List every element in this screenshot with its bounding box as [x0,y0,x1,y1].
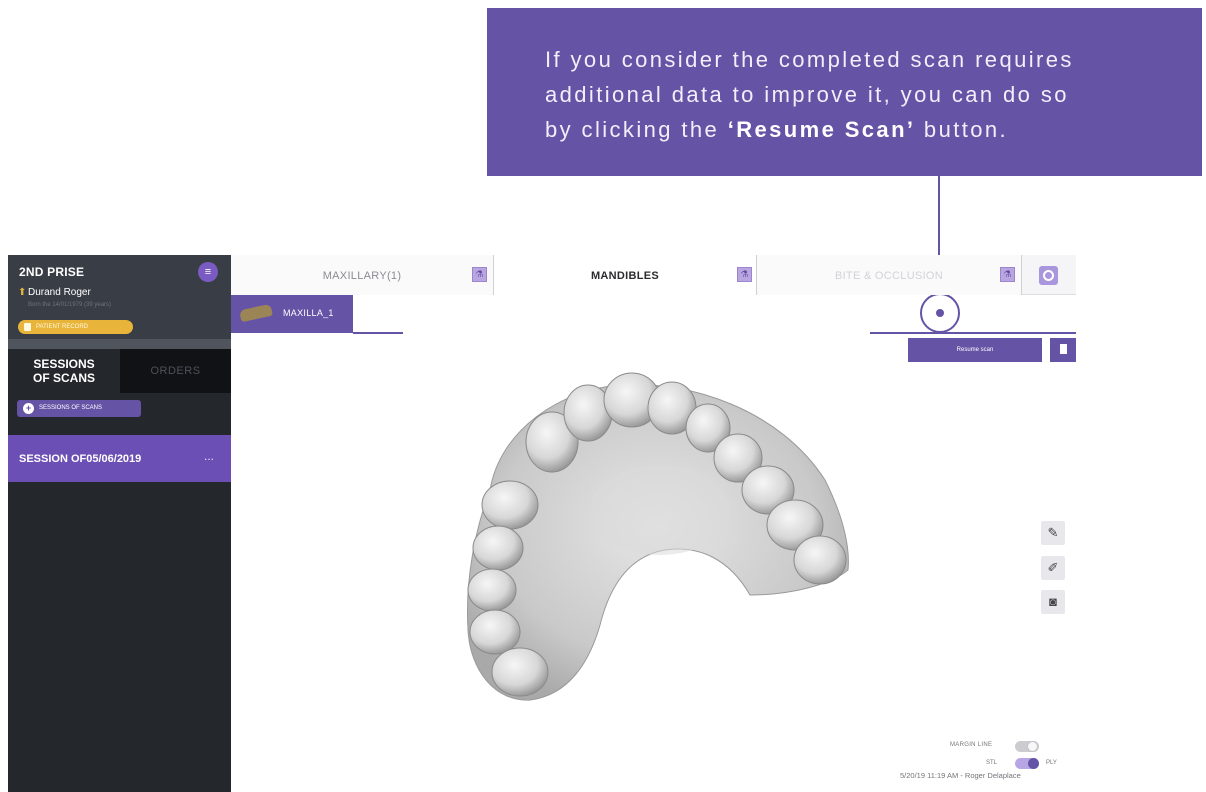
more-options-icon[interactable]: ... [204,449,214,463]
callout-line-1: If you consider the completed scan requi… [545,47,1074,72]
tab-separator [1021,255,1022,295]
tab-underline [870,332,1076,334]
tab-underline [353,332,403,334]
record-icon [24,323,31,331]
tutorial-callout: If you consider the completed scan requi… [487,8,1202,176]
edit-tool-icon[interactable]: ✐ [1041,556,1065,580]
margin-line-label: MARGIN LINE [950,742,993,748]
tooth [472,525,524,571]
scan-tool-icon[interactable]: ⚗ [737,267,752,282]
patient-record-label: PATIENT RECORD [36,324,89,330]
tooth [491,647,549,697]
tooth [481,480,539,530]
tooth [469,609,521,655]
patient-record-button[interactable]: PATIENT RECORD [18,320,133,334]
tab-bite-occlusion[interactable]: BITE & OCCLUSION [756,255,1021,295]
sidebar-divider [8,339,231,349]
tab-sessions-of-scans[interactable]: SESSIONS OF SCANS [8,349,120,393]
patient-header: 2ND PRISE ≡ ⬆ Durand Roger Born the 14/0… [8,255,231,339]
timestamp: 5/20/19 11:19 AM - Roger Delaplace [900,771,1021,780]
view-icon[interactable] [1039,266,1058,285]
project-title: 2ND PRISE [19,265,85,279]
arch-tab-bar: MAXILLARY(1) MANDIBLES BITE & OCCLUSION … [231,255,1076,295]
add-session-button[interactable]: + SESSIONS OF SCANS [17,400,141,417]
tooth [467,568,517,612]
document-menu-icon[interactable]: ≡ [198,262,218,282]
tooth [793,535,847,585]
callout-line-2: additional data to improve it, you can d… [545,82,1069,107]
plus-icon: + [23,403,34,414]
callout-emphasis: ‘Resume Scan’ [727,117,916,142]
trash-icon [1060,344,1067,354]
callout-target-ring [920,293,960,333]
patient-pin-icon: ⬆ [18,287,27,298]
scan-tool-icon[interactable]: ⚗ [472,267,487,282]
scan-thumbnail [239,303,273,323]
scan-tab-label: MAXILLA_1 [283,308,334,318]
sidebar: 2ND PRISE ≡ ⬆ Durand Roger Born the 14/0… [8,255,231,792]
callout-target-dot [936,309,944,317]
patient-birth-info: Born the 14/01/1979 (39 years) [28,302,112,308]
maxilla-3d-model[interactable] [450,370,860,715]
pencil-icon[interactable]: ✎ [1041,521,1065,545]
session-list-item[interactable]: SESSION OF05/06/2019 ... [8,435,231,482]
add-session-label: SESSIONS OF SCANS [39,405,103,411]
scan-tool-icon[interactable]: ⚗ [1000,267,1015,282]
delete-scan-button[interactable] [1050,338,1076,362]
format-toggle[interactable] [1015,758,1039,769]
patient-name: Durand Roger [28,287,91,298]
camera-icon[interactable]: ◙ [1041,590,1065,614]
ply-label: PLY [1046,760,1057,766]
callout-line-3: by clicking the ‘Resume Scan’ button. [545,117,1009,142]
tab-orders[interactable]: ORDERS [120,349,231,393]
resume-scan-button[interactable]: Resume scan [908,338,1042,362]
scan-tab-maxilla[interactable]: MAXILLA_1 [231,295,353,333]
stl-label: STL [986,760,998,766]
tab-mandibles[interactable]: MANDIBLES [493,255,756,295]
session-label: SESSION OF05/06/2019 [19,453,142,465]
tab-maxillary[interactable]: MAXILLARY(1) [231,255,493,295]
margin-line-toggle[interactable] [1015,741,1039,752]
